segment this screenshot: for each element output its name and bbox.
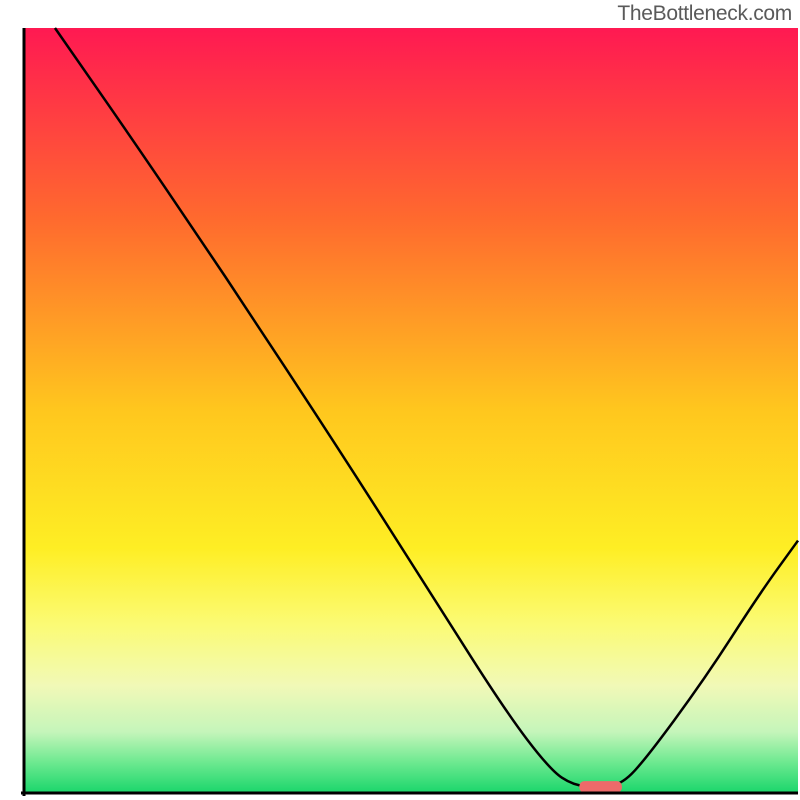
- optimal-marker: [579, 781, 622, 792]
- gradient-background: [24, 28, 798, 793]
- watermark-text: TheBottleneck.com: [617, 2, 792, 26]
- chart-svg: [0, 0, 800, 800]
- bottleneck-chart: TheBottleneck.com: [0, 0, 800, 800]
